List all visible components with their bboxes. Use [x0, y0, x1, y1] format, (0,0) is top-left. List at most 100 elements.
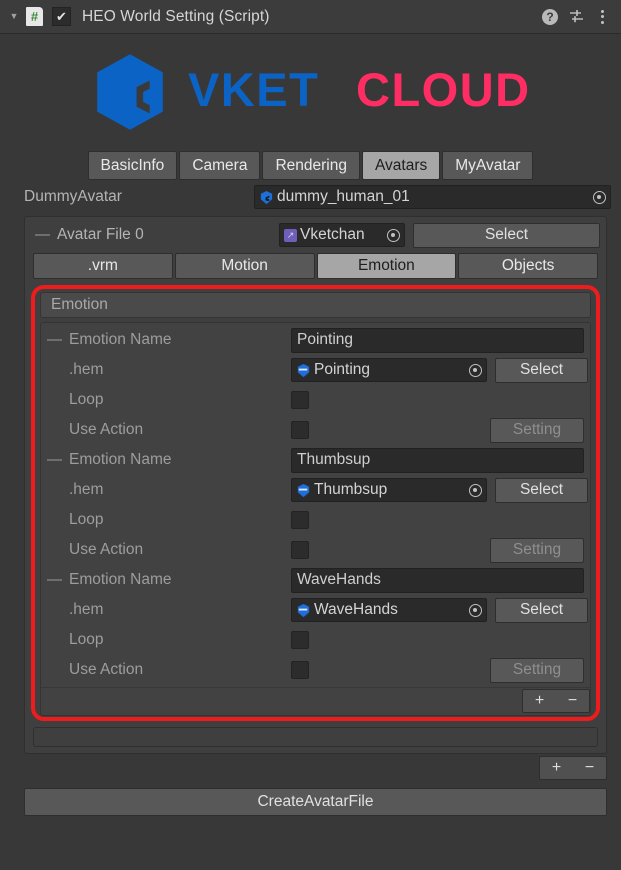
- preset-sliders-icon[interactable]: [565, 6, 587, 28]
- emotion-name-row: Emotion Name Thumbsup: [47, 445, 584, 475]
- dummy-avatar-row: DummyAvatar dummy_human_01: [0, 180, 621, 210]
- emotion-list: Emotion Name Pointing .hem Pointing Sele…: [40, 322, 591, 716]
- tab-avatars[interactable]: Avatars: [361, 151, 441, 180]
- emotion-setting-button[interactable]: Setting: [490, 537, 584, 563]
- avatar-file-bottom-strip: [33, 727, 598, 747]
- drag-handle-icon[interactable]: [35, 230, 51, 240]
- avatar-remove-button[interactable]: −: [573, 757, 606, 779]
- dummy-avatar-value: dummy_human_01: [277, 188, 410, 205]
- emotion-hem-label: .hem: [69, 361, 104, 378]
- emotion-hem-select-button[interactable]: Select: [495, 357, 588, 383]
- emotion-useaction-checkbox[interactable]: [291, 541, 309, 559]
- emotion-useaction-checkbox[interactable]: [291, 661, 309, 679]
- avatar-file-picker-icon[interactable]: [384, 226, 402, 244]
- subtab-emotion[interactable]: Emotion: [316, 253, 457, 279]
- emotion-hem-picker-icon[interactable]: [466, 361, 484, 379]
- drag-handle-icon[interactable]: [47, 335, 69, 345]
- emotion-useaction-label: Use Action: [69, 421, 144, 438]
- subtab-objects[interactable]: Objects: [458, 253, 598, 279]
- emotion-entry: Emotion Name WaveHands .hem WaveHands Se…: [41, 565, 590, 685]
- create-avatar-file-button[interactable]: CreateAvatarFile: [24, 788, 607, 816]
- emotion-useaction-row: Use Action Setting: [47, 535, 584, 565]
- emotion-hem-row: .hem WaveHands Select: [47, 595, 588, 625]
- emotion-loop-label: Loop: [69, 511, 104, 528]
- component-title: HEO World Setting (Script): [82, 7, 270, 25]
- emotion-useaction-checkbox[interactable]: [291, 421, 309, 439]
- emotion-loop-checkbox[interactable]: [291, 391, 309, 409]
- dummy-avatar-picker-icon[interactable]: [590, 188, 608, 206]
- tab-rendering[interactable]: Rendering: [262, 151, 360, 180]
- emotion-name-row: Emotion Name WaveHands: [47, 565, 584, 595]
- emotion-add-remove-group: + −: [522, 689, 590, 713]
- avatar-file-select-button[interactable]: Select: [413, 222, 600, 248]
- hem-asset-icon: [297, 363, 310, 377]
- emotion-hem-label: .hem: [69, 481, 104, 498]
- emotion-setting-button[interactable]: Setting: [490, 417, 584, 443]
- emotion-section-title: Emotion: [40, 292, 591, 318]
- emotion-hem-picker-icon[interactable]: [466, 481, 484, 499]
- tab-camera[interactable]: Camera: [179, 151, 261, 180]
- emotion-hem-row: .hem Pointing Select: [47, 355, 588, 385]
- emotion-name-input[interactable]: Pointing: [291, 327, 584, 353]
- vrm-asset-icon: [260, 190, 273, 204]
- avatar-file-label: Avatar File 0: [57, 226, 144, 243]
- emotion-loop-row: Loop: [47, 385, 584, 415]
- emotion-list-footer: + −: [41, 687, 590, 715]
- subtab-motion[interactable]: Motion: [174, 253, 315, 279]
- emotion-useaction-label: Use Action: [69, 541, 144, 558]
- dummy-avatar-object-field[interactable]: dummy_human_01: [254, 185, 611, 209]
- emotion-useaction-label: Use Action: [69, 661, 144, 678]
- emotion-loop-checkbox[interactable]: [291, 631, 309, 649]
- foldout-triangle-icon[interactable]: ▼: [6, 9, 22, 25]
- emotion-name-label: Emotion Name: [69, 331, 172, 348]
- avatar-file-object-field[interactable]: ↗ Vketchan: [279, 223, 405, 247]
- avatar-file-object-value: Vketchan: [300, 226, 365, 243]
- emotion-loop-row: Loop: [47, 505, 584, 535]
- avatar-add-button[interactable]: +: [540, 757, 573, 779]
- emotion-hem-value: WaveHands: [314, 601, 398, 618]
- emotion-name-row: Emotion Name Pointing: [47, 325, 584, 355]
- emotion-remove-button[interactable]: −: [556, 690, 589, 712]
- emotion-hem-value: Thumbsup: [314, 481, 388, 498]
- main-tab-bar: BasicInfo Camera Rendering Avatars MyAva…: [0, 151, 621, 180]
- component-header: ▼ # ✔ HEO World Setting (Script) ?: [0, 0, 621, 34]
- wordmark-cloud: CLOUD: [356, 66, 531, 116]
- vket-cube-logo-icon: [96, 53, 163, 130]
- emotion-hem-object-field[interactable]: Pointing: [291, 358, 487, 382]
- drag-handle-icon[interactable]: [47, 575, 69, 585]
- emotion-setting-button[interactable]: Setting: [490, 657, 584, 683]
- emotion-loop-label: Loop: [69, 391, 104, 408]
- tab-myavatar[interactable]: MyAvatar: [442, 151, 534, 180]
- emotion-name-input[interactable]: WaveHands: [291, 567, 584, 593]
- emotion-hem-object-field[interactable]: WaveHands: [291, 598, 487, 622]
- emotion-section: Emotion Emotion Name Pointing .hem Point…: [31, 285, 600, 721]
- emotion-name-label: Emotion Name: [69, 451, 172, 468]
- help-icon[interactable]: ?: [539, 6, 561, 28]
- emotion-name-input[interactable]: Thumbsup: [291, 447, 584, 473]
- emotion-useaction-row: Use Action Setting: [47, 655, 584, 685]
- emotion-hem-label: .hem: [69, 601, 104, 618]
- tab-basicinfo[interactable]: BasicInfo: [87, 151, 178, 180]
- emotion-hem-picker-icon[interactable]: [466, 601, 484, 619]
- csharp-script-icon: #: [26, 7, 43, 26]
- emotion-name-label: Emotion Name: [69, 571, 172, 588]
- avatar-file-subtab-bar: .vrm Motion Emotion Objects: [31, 253, 600, 279]
- prefab-icon: ↗: [284, 228, 297, 242]
- emotion-loop-checkbox[interactable]: [291, 511, 309, 529]
- hem-asset-icon: [297, 483, 310, 497]
- subtab-vrm[interactable]: .vrm: [33, 253, 173, 279]
- emotion-hem-object-field[interactable]: Thumbsup: [291, 478, 487, 502]
- wordmark-vket: VKET: [188, 66, 319, 116]
- emotion-add-button[interactable]: +: [523, 690, 556, 712]
- emotion-entry: Emotion Name Thumbsup .hem Thumbsup Sele…: [41, 445, 590, 565]
- dummy-avatar-label: DummyAvatar: [24, 188, 122, 205]
- avatar-file-header-row: Avatar File 0 ↗ Vketchan Select: [31, 222, 600, 248]
- component-enabled-checkbox[interactable]: ✔: [52, 7, 71, 26]
- emotion-entry: Emotion Name Pointing .hem Pointing Sele…: [41, 325, 590, 445]
- more-menu-icon[interactable]: [591, 6, 613, 28]
- avatar-file-box: Avatar File 0 ↗ Vketchan Select .vrm Mot…: [24, 216, 607, 754]
- emotion-hem-select-button[interactable]: Select: [495, 477, 588, 503]
- emotion-hem-select-button[interactable]: Select: [495, 597, 588, 623]
- drag-handle-icon[interactable]: [47, 455, 69, 465]
- hem-asset-icon: [297, 603, 310, 617]
